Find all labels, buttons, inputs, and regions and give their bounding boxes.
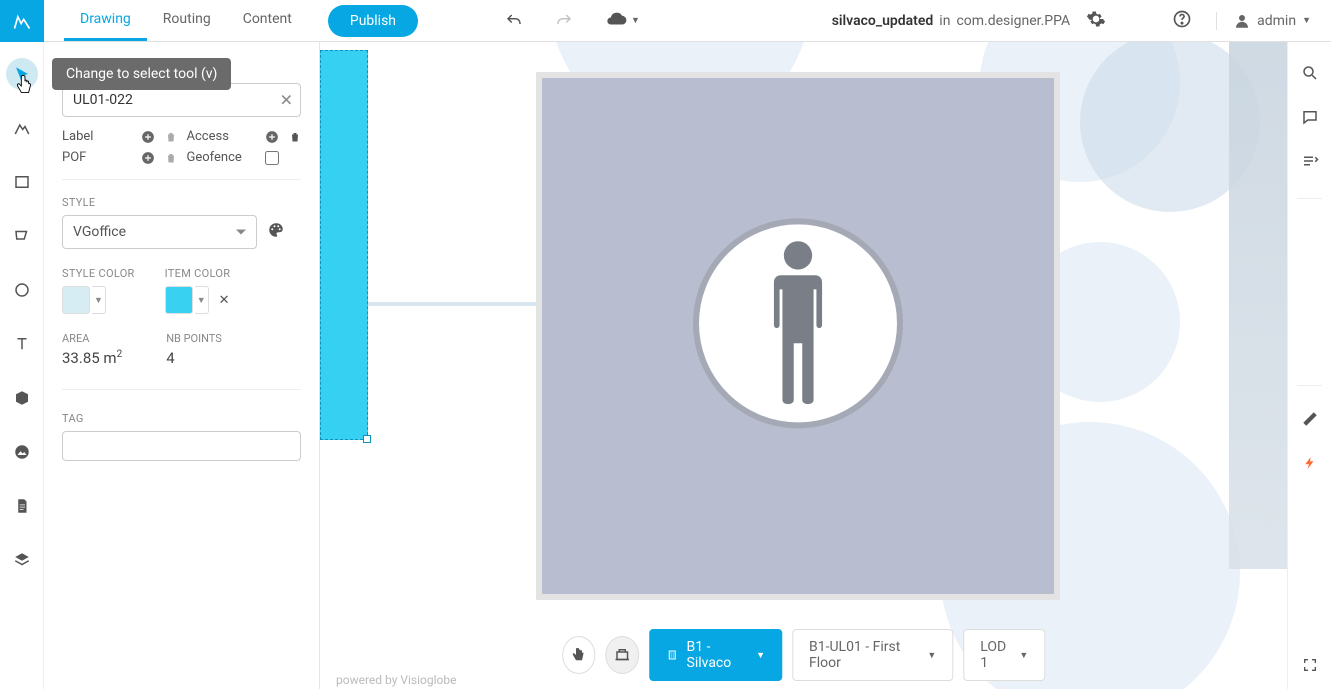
selected-shape[interactable] <box>320 50 368 440</box>
project-namespace: com.designer.PPA <box>956 13 1070 29</box>
left-toolbar <box>0 42 44 689</box>
style-color-label: STYLE COLOR <box>62 267 135 280</box>
add-pof-icon[interactable] <box>141 151 155 165</box>
geofence-checkbox[interactable] <box>265 151 279 165</box>
line-tool-icon[interactable] <box>6 112 38 144</box>
room-shape[interactable] <box>536 72 1060 600</box>
select-tool-icon[interactable] <box>6 58 38 90</box>
tools-icon[interactable] <box>1301 410 1319 432</box>
delete-access-icon[interactable] <box>289 130 301 144</box>
clear-item-color-icon[interactable]: ✕ <box>219 293 230 308</box>
style-color-swatch[interactable] <box>62 286 90 314</box>
app-logo[interactable] <box>0 0 44 42</box>
item-color-label: ITEM COLOR <box>165 267 231 280</box>
cloud-menu-icon[interactable]: ▼ <box>603 12 640 30</box>
minimap <box>1229 42 1287 569</box>
snap-tool-icon[interactable] <box>606 636 640 674</box>
top-bar: Drawing Routing Content Publish ▼ silvac… <box>0 0 1331 42</box>
help-icon[interactable] <box>1172 9 1192 33</box>
area-value: 33.85 m2 <box>62 349 122 367</box>
add-label-icon[interactable] <box>141 130 155 144</box>
gear-icon[interactable] <box>1086 9 1106 33</box>
publish-button[interactable]: Publish <box>328 5 418 37</box>
rectangle-tool-icon[interactable] <box>6 166 38 198</box>
nbpoints-value: 4 <box>166 349 222 367</box>
right-rail <box>1287 42 1331 689</box>
nbpoints-label: NB POINTS <box>166 332 222 345</box>
delete-label-icon[interactable] <box>165 130 177 144</box>
clear-id-icon[interactable]: ✕ <box>280 91 293 110</box>
add-access-icon[interactable] <box>265 130 279 144</box>
lod-selector[interactable]: LOD 1 ▼ <box>963 629 1045 681</box>
style-select[interactable]: VGoffice <box>62 215 257 249</box>
fullscreen-icon[interactable] <box>1302 657 1318 677</box>
properties-panel: ID ✕ Label Access POF Geofence STYLE VGo… <box>44 42 320 689</box>
palette-icon[interactable] <box>267 221 285 243</box>
project-label: silvaco_updated in com.designer.PPA <box>832 13 1070 29</box>
geofence-label: Geofence <box>187 150 256 165</box>
list-icon[interactable] <box>1301 152 1319 174</box>
history-tools: ▼ <box>503 12 640 30</box>
project-name: silvaco_updated <box>832 13 934 29</box>
undo-icon[interactable] <box>503 12 525 30</box>
label-label: Label <box>62 129 131 144</box>
layers-tool-icon[interactable] <box>6 544 38 576</box>
pof-label: POF <box>62 150 131 165</box>
pictogram-ring <box>693 218 903 428</box>
person-icon <box>753 238 843 408</box>
style-color-dropdown[interactable]: ▼ <box>92 286 106 314</box>
style-label: STYLE <box>62 196 301 209</box>
cube-tool-icon[interactable] <box>6 382 38 414</box>
redo-icon[interactable] <box>553 12 575 30</box>
text-tool-icon[interactable] <box>6 328 38 360</box>
polygon-tool-icon[interactable] <box>6 220 38 252</box>
user-menu[interactable]: admin ▼ <box>1216 12 1311 30</box>
resize-handle[interactable] <box>363 435 371 443</box>
bottom-controls: B1 - Silvaco ▼ B1-UL01 - First Floor ▼ L… <box>562 629 1046 681</box>
tool-tooltip: Change to select tool (v) <box>52 58 231 90</box>
tab-content[interactable]: Content <box>227 0 308 41</box>
pan-tool-icon[interactable] <box>562 636 596 674</box>
meta-options: Label Access POF Geofence <box>62 129 301 180</box>
area-label: AREA <box>62 332 122 345</box>
mode-tabs: Drawing Routing Content <box>64 0 308 41</box>
delete-pof-icon[interactable] <box>165 151 177 165</box>
floor-selector[interactable]: B1-UL01 - First Floor ▼ <box>792 629 953 681</box>
item-color-dropdown[interactable]: ▼ <box>195 286 209 314</box>
comment-icon[interactable] <box>1301 108 1319 130</box>
building-selector[interactable]: B1 - Silvaco ▼ <box>650 629 782 681</box>
powered-by: powered by Visioglobe <box>336 673 456 687</box>
circle-tool-icon[interactable] <box>6 274 38 306</box>
item-color-swatch[interactable] <box>165 286 193 314</box>
topbar-right: silvaco_updated in com.designer.PPA admi… <box>832 9 1331 33</box>
canvas[interactable]: B1 - Silvaco ▼ B1-UL01 - First Floor ▼ L… <box>320 42 1287 689</box>
tab-routing[interactable]: Routing <box>147 0 227 41</box>
bolt-icon[interactable] <box>1303 454 1317 476</box>
tab-drawing[interactable]: Drawing <box>64 0 147 41</box>
document-tool-icon[interactable] <box>6 490 38 522</box>
tag-label: TAG <box>62 412 301 425</box>
search-icon[interactable] <box>1301 64 1319 86</box>
tag-input[interactable] <box>62 431 301 461</box>
access-label: Access <box>187 129 256 144</box>
image-tool-icon[interactable] <box>6 436 38 468</box>
